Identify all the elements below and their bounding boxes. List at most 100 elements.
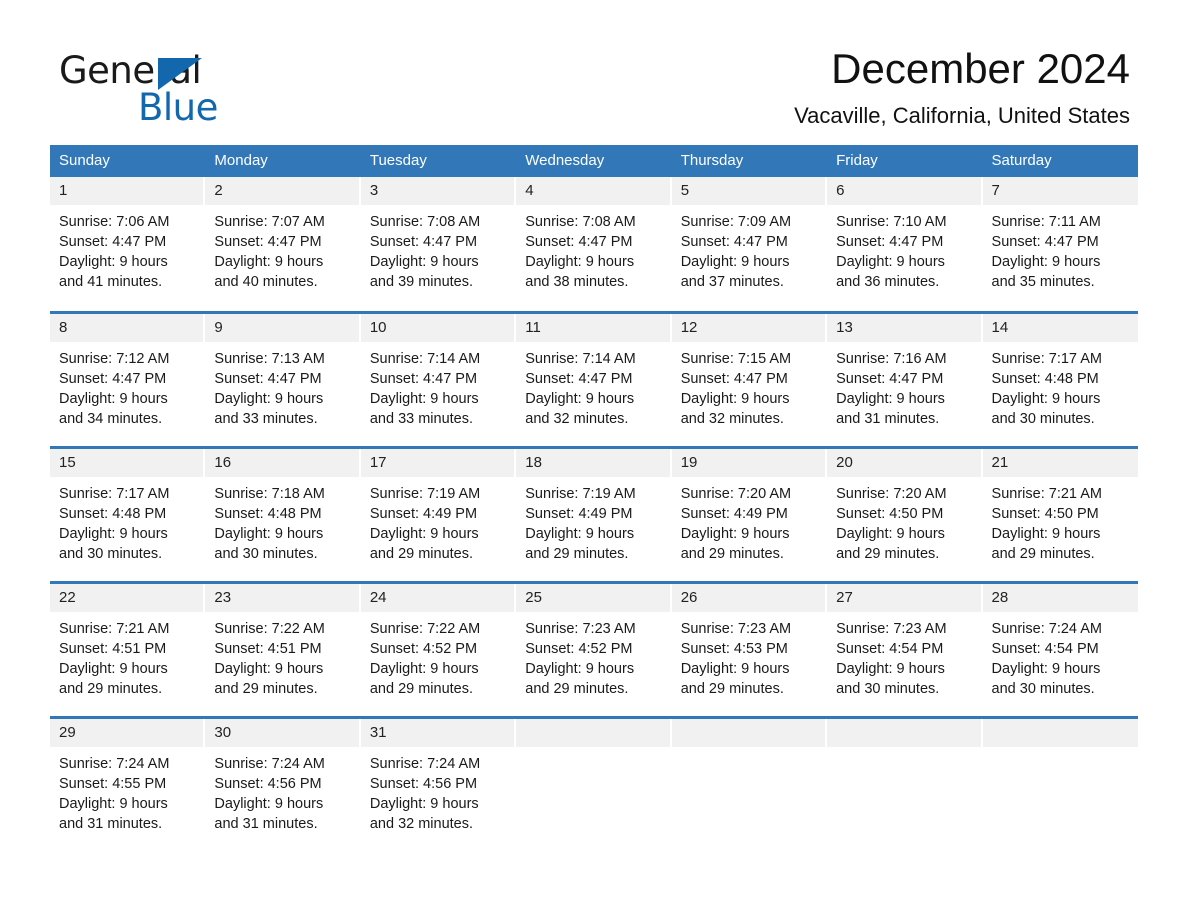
generalblue-logo[interactable]: General Blue — [59, 48, 319, 128]
calendar-day-cell[interactable]: 17 Sunrise: 7:19 AM Sunset: 4:49 PM Dayligh… — [360, 445, 517, 582]
sunset-time: Sunset: 4:48 PM — [214, 505, 322, 522]
calendar-day-cell[interactable]: 18 Sunrise: 7:19 AM Sunset: 4:49 PM Dayligh… — [516, 445, 672, 582]
day-details: Sunrise: 7:21 AM Sunset: 4:50 PM Daylight:… — [983, 477, 1138, 564]
weekday-header-sunday: Sunday — [50, 145, 206, 177]
sunset-time: Sunset: 4:47 PM — [59, 234, 167, 250]
sunrise-time: Sunrise: 7:09 AM — [680, 214, 792, 230]
daylight-duration-line1: Daylight: 9 hours — [59, 254, 168, 270]
sunset-time: Sunset: 4:52 PM — [525, 640, 633, 657]
calendar-day-cell[interactable]: 4 Sunrise: 7:08 AM Sunset: 4:47 PM Daylight… — [516, 177, 672, 312]
calendar-header-row: Sunday Monday Tuesday Wednesday Thursday… — [50, 145, 1138, 177]
calendar-day-cell[interactable]: 5 Sunrise: 7:09 AM Sunset: 4:47 PM Daylight… — [671, 177, 828, 312]
day-number: 24 — [360, 583, 517, 612]
day-details: Sunrise: 7:17 AM Sunset: 4:48 PM Daylight:… — [50, 477, 205, 564]
day-details: Sunrise: 7:08 AM Sunset: 4:47 PM Daylight:… — [361, 205, 516, 292]
day-number: 11 — [516, 313, 672, 342]
sunrise-time: Sunrise: 7:21 AM — [991, 485, 1102, 502]
sunset-time: Sunset: 4:51 PM — [214, 640, 322, 657]
calendar-day-cell[interactable]: 25 Sunrise: 7:23 AM Sunset: 4:52 PM Dayligh… — [516, 580, 672, 717]
day-number: 12 — [671, 313, 828, 342]
daylight-duration-line2: and 30 minutes. — [991, 680, 1095, 697]
daylight-duration-line1: Daylight: 9 hours — [214, 660, 324, 677]
sunrise-time: Sunrise: 7:14 AM — [525, 350, 636, 367]
calendar-day-cell[interactable]: 1 Sunrise: 7:06 AM Sunset: 4:47 PM Daylight… — [50, 177, 206, 312]
logo-text-blue: Blue — [138, 86, 218, 129]
calendar-day-cell[interactable]: 9 Sunrise: 7:13 AM Sunset: 4:47 PM Daylight… — [205, 310, 361, 447]
day-details: Sunrise: 7:21 AM Sunset: 4:51 PM Daylight:… — [50, 612, 205, 699]
sunrise-time: Sunrise: 7:19 AM — [369, 485, 481, 502]
daylight-duration-line2: and 33 minutes. — [369, 410, 474, 427]
calendar-day-cell[interactable]: 13 Sunrise: 7:16 AM Sunset: 4:47 PM Dayligh… — [827, 310, 983, 447]
calendar-day-cell[interactable]: 2 Sunrise: 7:07 AM Sunset: 4:47 PM Daylight… — [205, 177, 361, 312]
daylight-duration-line2: and 30 minutes. — [991, 410, 1095, 427]
daylight-duration-line2: and 30 minutes. — [214, 545, 318, 562]
calendar-day-cell[interactable]: 31 Sunrise: 7:24 AM Sunset: 4:56 PM Dayligh… — [360, 715, 517, 852]
day-number — [827, 718, 983, 747]
calendar-day-cell[interactable]: 26 Sunrise: 7:23 AM Sunset: 4:53 PM Dayligh… — [671, 580, 828, 717]
sunrise-time: Sunrise: 7:13 AM — [214, 350, 325, 367]
sunrise-time: Sunrise: 7:17 AM — [59, 485, 170, 502]
calendar-day-cell[interactable]: 7 Sunrise: 7:11 AM Sunset: 4:47 PM Daylight… — [982, 177, 1138, 312]
calendar-day-cell[interactable]: 15 Sunrise: 7:17 AM Sunset: 4:48 PM Dayligh… — [50, 445, 206, 582]
sunrise-time: Sunrise: 7:24 AM — [991, 620, 1102, 637]
calendar-day-cell[interactable]: 10 Sunrise: 7:14 AM Sunset: 4:47 PM Dayligh… — [360, 310, 517, 447]
day-details: Sunrise: 7:13 AM Sunset: 4:47 PM Daylight:… — [205, 342, 360, 429]
daylight-duration-line1: Daylight: 9 hours — [214, 390, 324, 407]
day-number: 21 — [982, 448, 1138, 477]
calendar-day-cell[interactable]: 20 Sunrise: 7:20 AM Sunset: 4:50 PM Dayligh… — [827, 445, 983, 582]
calendar-day-cell[interactable]: 21 Sunrise: 7:21 AM Sunset: 4:50 PM Dayligh… — [982, 445, 1138, 582]
day-details: Sunrise: 7:18 AM Sunset: 4:48 PM Daylight:… — [205, 477, 360, 564]
sunset-time: Sunset: 4:49 PM — [680, 505, 788, 522]
calendar-day-cell[interactable]: 8 Sunrise: 7:12 AM Sunset: 4:47 PM Daylight… — [50, 310, 206, 447]
calendar-day-cell[interactable]: 28 Sunrise: 7:24 AM Sunset: 4:54 PM Dayligh… — [982, 580, 1138, 717]
calendar-day-cell[interactable]: 6 Sunrise: 7:10 AM Sunset: 4:47 PM Daylight… — [827, 177, 983, 312]
sunset-time: Sunset: 4:54 PM — [836, 640, 944, 657]
calendar-day-cell[interactable]: 22 Sunrise: 7:21 AM Sunset: 4:51 PM Dayligh… — [50, 580, 206, 717]
sunrise-time: Sunrise: 7:12 AM — [59, 350, 170, 367]
sunset-time: Sunset: 4:56 PM — [369, 775, 478, 792]
weekday-header-thursday: Thursday — [671, 145, 828, 177]
day-details: Sunrise: 7:22 AM Sunset: 4:51 PM Daylight:… — [205, 612, 360, 699]
calendar-day-cell[interactable]: 29 Sunrise: 7:24 AM Sunset: 4:55 PM Dayligh… — [50, 715, 206, 852]
calendar-day-cell[interactable]: 24 Sunrise: 7:22 AM Sunset: 4:52 PM Dayligh… — [360, 580, 517, 717]
sunset-time: Sunset: 4:56 PM — [214, 775, 322, 792]
sunset-time: Sunset: 4:48 PM — [59, 505, 167, 522]
daylight-duration-line2: and 32 minutes. — [680, 410, 784, 427]
weekday-header-monday: Monday — [205, 145, 361, 177]
calendar-day-cell[interactable]: 27 Sunrise: 7:23 AM Sunset: 4:54 PM Dayligh… — [827, 580, 983, 717]
daylight-duration-line1: Daylight: 9 hours — [214, 525, 324, 542]
sunrise-time: Sunrise: 7:14 AM — [369, 350, 481, 367]
day-details: Sunrise: 7:15 AM Sunset: 4:47 PM Daylight:… — [672, 342, 827, 429]
day-number: 27 — [827, 583, 983, 612]
sunset-time: Sunset: 4:49 PM — [525, 505, 633, 522]
calendar-week-row: 15 Sunrise: 7:17 AM Sunset: 4:48 PM Dayligh… — [50, 445, 1138, 582]
page-title: December 2024 — [831, 45, 1130, 92]
daylight-duration-line2: and 29 minutes. — [525, 680, 629, 697]
calendar-week-row: 29 Sunrise: 7:24 AM Sunset: 4:55 PM Dayligh… — [50, 715, 1138, 852]
calendar-day-cell[interactable]: 12 Sunrise: 7:15 AM Sunset: 4:47 PM Dayligh… — [671, 310, 828, 447]
calendar-weeks: 1 Sunrise: 7:06 AM Sunset: 4:47 PM Daylight… — [50, 177, 1138, 852]
daylight-duration-line1: Daylight: 9 hours — [680, 660, 790, 677]
sunset-time: Sunset: 4:52 PM — [369, 640, 478, 657]
sunrise-time: Sunrise: 7:17 AM — [991, 350, 1102, 367]
day-details: Sunrise: 7:07 AM Sunset: 4:47 PM Daylight:… — [205, 205, 360, 292]
daylight-duration-line2: and 29 minutes. — [214, 680, 318, 697]
calendar-day-cell[interactable]: 14 Sunrise: 7:17 AM Sunset: 4:48 PM Dayligh… — [982, 310, 1138, 447]
calendar-day-cell[interactable]: 11 Sunrise: 7:14 AM Sunset: 4:47 PM Dayligh… — [516, 310, 672, 447]
day-number: 14 — [982, 313, 1138, 342]
daylight-duration-line1: Daylight: 9 hours — [59, 660, 168, 677]
calendar-day-cell[interactable]: 19 Sunrise: 7:20 AM Sunset: 4:49 PM Dayligh… — [671, 445, 828, 582]
day-details: Sunrise: 7:22 AM Sunset: 4:52 PM Daylight:… — [361, 612, 516, 699]
sunrise-time: Sunrise: 7:24 AM — [59, 755, 170, 772]
title-block: December 2024 Vacaville, California, Uni… — [794, 46, 1130, 129]
daylight-duration-line2: and 29 minutes. — [59, 680, 163, 697]
calendar-day-cell[interactable]: 3 Sunrise: 7:08 AM Sunset: 4:47 PM Daylight… — [360, 177, 517, 312]
daylight-duration-line1: Daylight: 9 hours — [680, 525, 790, 542]
calendar-day-cell[interactable]: 23 Sunrise: 7:22 AM Sunset: 4:51 PM Dayligh… — [205, 580, 361, 717]
calendar-day-cell[interactable]: 30 Sunrise: 7:24 AM Sunset: 4:56 PM Dayligh… — [205, 715, 361, 852]
daylight-duration-line2: and 33 minutes. — [214, 410, 318, 427]
page-header: General Blue December 2024 Vacaville, Ca… — [50, 0, 1138, 145]
day-number: 16 — [205, 448, 361, 477]
day-details: Sunrise: 7:11 AM Sunset: 4:47 PM Daylight:… — [983, 205, 1138, 292]
calendar-day-cell[interactable]: 16 Sunrise: 7:18 AM Sunset: 4:48 PM Dayligh… — [205, 445, 361, 582]
